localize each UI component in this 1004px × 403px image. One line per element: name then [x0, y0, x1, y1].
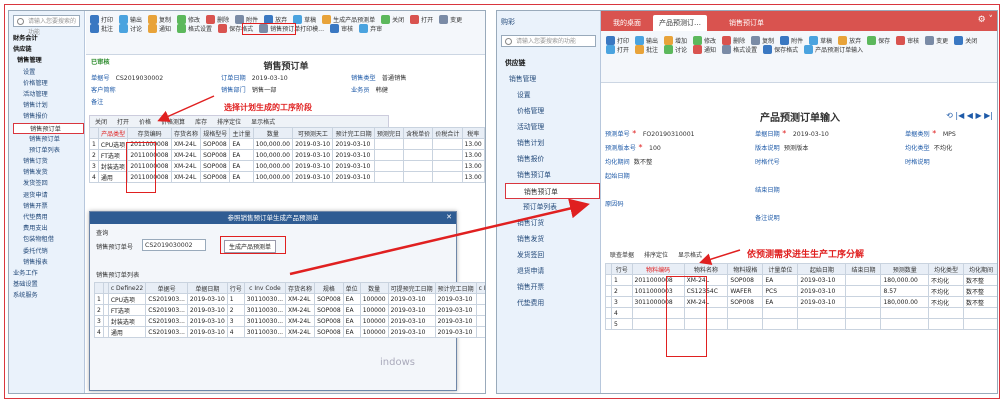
arrow-to-material-code	[699, 249, 741, 266]
arrow-to-product-type	[157, 95, 215, 122]
arrow-to-forecast-window	[289, 198, 590, 276]
annotation-arrows	[157, 95, 741, 276]
